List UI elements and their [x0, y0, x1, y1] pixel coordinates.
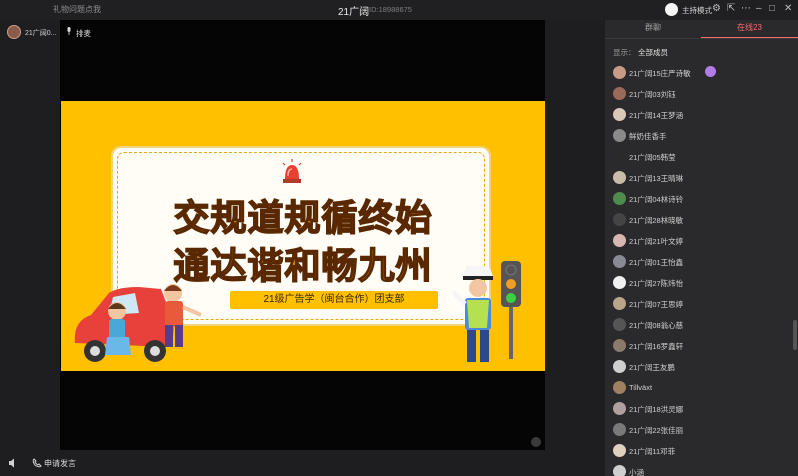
member-item[interactable]: 21广阔28林晓敏 — [613, 213, 793, 227]
more-icon[interactable]: ⋯ — [741, 4, 751, 14]
avatar — [613, 192, 626, 205]
member-item[interactable]: 21广阔05韩莹 — [613, 150, 793, 164]
avatar[interactable] — [7, 25, 21, 39]
presentation-slide: 交规道规循终始 通达谐和畅九州 21级广告学（闽台合作）团支部 — [61, 101, 545, 371]
maximize-icon[interactable]: □ — [769, 4, 775, 14]
avatar — [613, 381, 626, 394]
member-name: 21广阔21叶文婷 — [629, 237, 684, 246]
member-name: 21广阔11邓菲 — [629, 447, 676, 456]
member-item[interactable]: 鲜奶佳香手 — [613, 129, 793, 143]
scrollbar[interactable] — [793, 320, 797, 350]
vip-badge-icon — [705, 66, 716, 77]
member-name: 21广阔03刘钰 — [629, 90, 676, 99]
avatar — [613, 171, 626, 184]
avatar — [613, 150, 626, 163]
member-name: 21广阔07王思婷 — [629, 300, 684, 309]
gift-help-link[interactable]: 礼物问题点我 — [53, 4, 101, 15]
member-item[interactable]: 21广阔04林诗铃 — [613, 192, 793, 206]
member-item[interactable]: 21广阔11邓菲 — [613, 444, 793, 458]
member-name: Tillväxt — [629, 383, 653, 392]
queue-mic-label[interactable]: 排麦 — [76, 28, 91, 39]
member-item[interactable]: 21广阔01王怡鑫 — [613, 255, 793, 269]
member-name: 21广阔14王梦涵 — [629, 111, 684, 120]
member-name: 21广阔13王晴琳 — [629, 174, 684, 183]
live-classroom-window: 礼物问题点我 21广阔 ID:18988675 主持模式 ⚙ ⇱ ⋯ – □ ✕… — [0, 0, 798, 476]
member-name: 21广阔18洪灵娜 — [629, 405, 684, 414]
member-item[interactable]: 21广阔王友鹏 — [613, 360, 793, 374]
member-item[interactable]: 21广阔03刘钰 — [613, 87, 793, 101]
active-tab-indicator — [701, 37, 798, 38]
member-item[interactable]: 21广阔15庄严诗敏 — [613, 66, 793, 80]
member-item[interactable]: 21广阔08翁心慈 — [613, 318, 793, 332]
member-item[interactable]: 小涵 — [613, 465, 793, 476]
avatar — [613, 444, 626, 457]
room-id: ID:18988675 — [369, 5, 412, 14]
apply-speak-button[interactable]: 申请发言 — [44, 458, 76, 469]
avatar — [613, 318, 626, 331]
member-name: 21广阔01王怡鑫 — [629, 258, 684, 267]
member-name: 21广阔15庄严诗敏 — [629, 69, 691, 78]
speaker-volume-icon[interactable] — [8, 458, 18, 468]
avatar — [613, 129, 626, 142]
avatar — [613, 402, 626, 415]
member-name: 21广阔05韩莹 — [629, 153, 676, 162]
member-name: 21广阔16罗鑫轩 — [629, 342, 684, 351]
member-item[interactable]: 21广阔14王梦涵 — [613, 108, 793, 122]
settings-icon[interactable]: ⚙ — [712, 4, 721, 14]
avatar — [613, 276, 626, 289]
phone-icon[interactable] — [32, 458, 42, 468]
share-icon[interactable]: ⇱ — [727, 4, 735, 14]
slide-title-line-1: 交规道规循终始 — [173, 197, 433, 240]
member-name: 鲜奶佳香手 — [629, 132, 667, 141]
member-item[interactable]: 21广阔21叶文婷 — [613, 234, 793, 248]
siren-icon — [282, 159, 302, 183]
member-name: 21广阔27陈炜怡 — [629, 279, 684, 288]
member-name: 21广阔04林诗铃 — [629, 195, 684, 204]
member-item[interactable]: 21广阔13王晴琳 — [613, 171, 793, 185]
close-icon[interactable]: ✕ — [784, 4, 792, 14]
host-mode-label: 主持模式 — [682, 6, 712, 15]
speaker-column — [0, 20, 60, 450]
avatar — [613, 423, 626, 436]
member-filter-select[interactable]: 全部成员 — [638, 47, 668, 58]
member-name: 21广阔22张佳丽 — [629, 426, 684, 435]
room-title: 21广阔 — [338, 7, 370, 18]
member-item[interactable]: 21广阔07王思婷 — [613, 297, 793, 311]
avatar — [613, 465, 626, 476]
avatar — [613, 339, 626, 352]
avatar — [613, 360, 626, 373]
traffic-light-illustration — [501, 261, 521, 359]
member-item[interactable]: 21广阔27陈炜怡 — [613, 276, 793, 290]
bottom-toolbar — [0, 450, 605, 476]
mute-indicator-icon[interactable] — [531, 437, 541, 447]
filter-label: 显示： — [613, 48, 636, 57]
avatar — [613, 255, 626, 268]
member-item[interactable]: Tillväxt — [613, 381, 793, 395]
member-item[interactable]: 21广阔16罗鑫轩 — [613, 339, 793, 353]
tab-divider — [605, 38, 798, 39]
minimize-icon[interactable]: – — [756, 4, 762, 14]
slide-subtitle: 21级广告学（闽台合作）团支部 — [229, 290, 439, 310]
mic-icon — [67, 27, 71, 35]
avatar — [613, 234, 626, 247]
member-name: 21广阔08翁心慈 — [629, 321, 684, 330]
member-item[interactable]: 21广阔18洪灵娜 — [613, 402, 793, 416]
avatar — [613, 87, 626, 100]
tab-group-chat[interactable]: 群聊 — [605, 22, 701, 38]
member-name: 小涵 — [629, 468, 644, 476]
policeman-illustration — [453, 266, 493, 362]
member-name: 21广阔28林晓敏 — [629, 216, 684, 225]
avatar — [613, 297, 626, 310]
member-item[interactable]: 21广阔22张佳丽 — [613, 423, 793, 437]
avatar — [613, 213, 626, 226]
car-children-illustration — [74, 284, 202, 362]
host-mode-toggle[interactable] — [665, 3, 678, 16]
avatar — [613, 66, 626, 79]
avatar — [613, 108, 626, 121]
member-name: 21广阔王友鹏 — [629, 363, 675, 372]
speaker-name: 21广阔0... — [25, 30, 57, 37]
tab-online[interactable]: 在线23 — [701, 22, 798, 38]
